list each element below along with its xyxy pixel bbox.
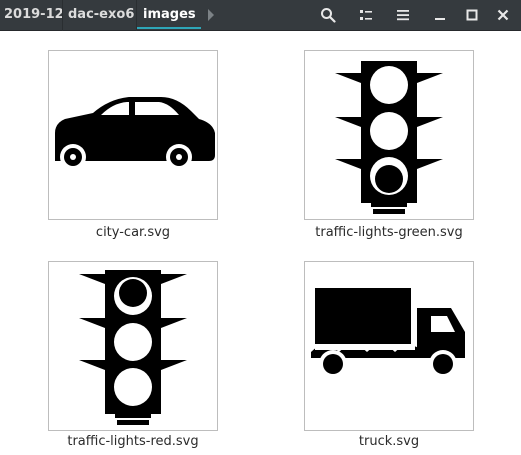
menu-button[interactable]: [391, 3, 415, 27]
maximize-button[interactable]: [460, 3, 484, 27]
breadcrumb-item-images[interactable]: images: [143, 0, 196, 29]
search-button[interactable]: [316, 3, 340, 27]
file-name: traffic-lights-green.svg: [315, 225, 463, 240]
file-manager-window: 2019-12 dac-exo6 images city-car.svg tra…: [0, 0, 521, 455]
truck-icon: [311, 288, 465, 378]
car-icon: [55, 97, 215, 170]
file-thumbnail[interactable]: [304, 261, 474, 431]
minimize-icon: [435, 18, 445, 20]
breadcrumb-active-indicator: [137, 27, 201, 29]
breadcrumb-separator: [62, 0, 63, 31]
breadcrumb-item-2019-12[interactable]: 2019-12: [4, 0, 64, 29]
close-button[interactable]: [491, 3, 515, 27]
view-toggle-button[interactable]: [354, 3, 378, 27]
traffic-light-icon: [335, 61, 443, 214]
headerbar: 2019-12 dac-exo6 images: [0, 0, 521, 31]
file-thumbnail[interactable]: [304, 50, 474, 220]
breadcrumb-item-dac-exo6[interactable]: dac-exo6: [68, 0, 134, 29]
traffic-light-icon: [79, 270, 187, 425]
file-name: traffic-lights-red.svg: [67, 434, 199, 449]
file-name: city-car.svg: [95, 225, 171, 240]
close-icon: [497, 9, 509, 21]
view-toggle-icon: [360, 10, 372, 20]
maximize-icon: [466, 9, 478, 21]
minimize-button[interactable]: [428, 3, 452, 27]
menu-icon: [397, 10, 409, 21]
file-thumbnail[interactable]: [48, 50, 218, 220]
search-icon: [321, 8, 336, 23]
file-thumbnail[interactable]: [48, 261, 218, 431]
file-name: truck.svg: [358, 434, 420, 449]
breadcrumb-forward-arrow-icon[interactable]: [208, 9, 214, 21]
